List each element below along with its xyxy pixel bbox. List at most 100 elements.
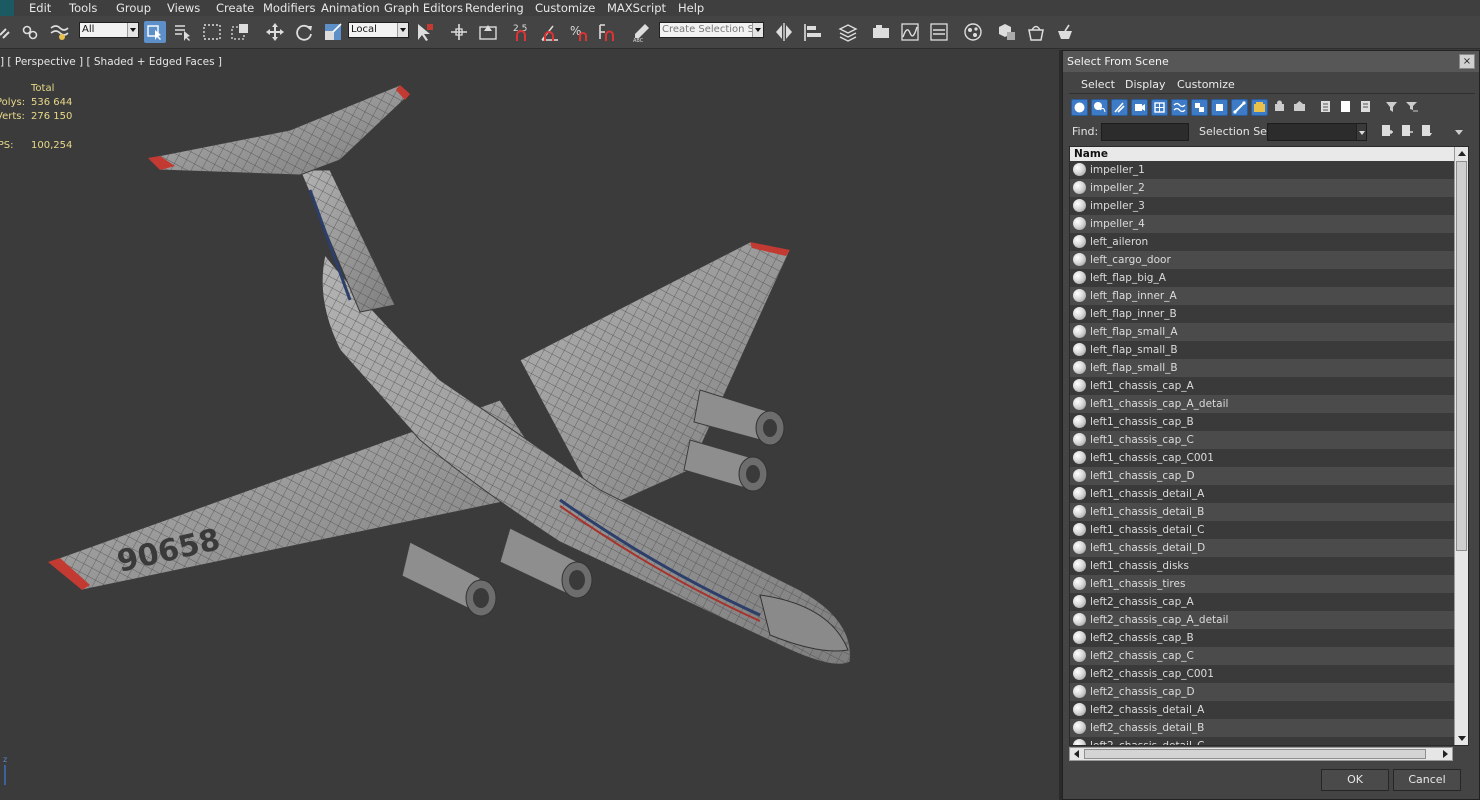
curve-editor-icon[interactable]	[899, 21, 921, 43]
menu-graph-editors[interactable]: Graph Editors	[384, 1, 463, 15]
scroll-left-icon[interactable]	[1070, 748, 1083, 760]
menu-animation[interactable]: Animation	[321, 1, 380, 15]
geometry-filter-icon[interactable]	[1071, 99, 1088, 116]
list-item[interactable]: left_flap_inner_A	[1070, 287, 1454, 305]
menu-rendering[interactable]: Rendering	[465, 1, 524, 15]
scroll-right-icon[interactable]	[1439, 748, 1452, 760]
list-item[interactable]: left_flap_small_B	[1070, 341, 1454, 359]
bind-space-warp-icon[interactable]	[48, 21, 70, 43]
render-icon[interactable]	[1054, 21, 1076, 43]
menu-create[interactable]: Create	[216, 1, 254, 15]
vertical-scrollbar[interactable]	[1454, 147, 1468, 745]
named-selection-set-dropdown[interactable]: Create Selection Se	[659, 22, 764, 38]
scene-object-list[interactable]: Name impeller_1 impeller_2 impeller_3 impel…	[1069, 146, 1469, 746]
rotate-icon[interactable]	[293, 21, 315, 43]
list-item[interactable]: left2_chassis_cap_B	[1070, 629, 1454, 647]
list-item[interactable]: left2_chassis_cap_D	[1070, 683, 1454, 701]
select-manipulate-icon[interactable]	[414, 21, 436, 43]
list-item[interactable]: left_cargo_door	[1070, 251, 1454, 269]
list-item[interactable]: left2_chassis_cap_A_detail	[1070, 611, 1454, 629]
viewport-label[interactable]: ] [ Perspective ] [ Shaded + Edged Faces…	[0, 56, 222, 68]
ok-button[interactable]: OK	[1321, 769, 1389, 791]
dialog-menu-display[interactable]: Display	[1125, 78, 1166, 91]
list-item[interactable]: left_flap_small_A	[1070, 323, 1454, 341]
space-warps-filter-icon[interactable]	[1171, 99, 1188, 116]
render-setup-icon[interactable]	[996, 21, 1018, 43]
display-none-icon[interactable]	[1337, 99, 1354, 116]
vertical-scroll-thumb[interactable]	[1456, 161, 1467, 551]
move-icon[interactable]	[264, 21, 286, 43]
hidden-filter-icon[interactable]	[1291, 99, 1308, 116]
edit-named-selection-icon[interactable]: ABC	[630, 21, 652, 43]
sort-hierarchy-icon[interactable]	[1403, 99, 1420, 116]
list-item[interactable]: left_aileron	[1070, 233, 1454, 251]
select-object-icon[interactable]	[144, 21, 166, 43]
options-chevron-down-icon[interactable]	[1455, 130, 1463, 135]
window-crossing-icon[interactable]	[229, 21, 251, 43]
add-to-selection-set-icon[interactable]	[1418, 123, 1435, 140]
cancel-button[interactable]: Cancel	[1393, 769, 1461, 791]
list-item[interactable]: left2_chassis_cap_C	[1070, 647, 1454, 665]
ribbon-icon[interactable]	[870, 21, 892, 43]
list-item[interactable]: impeller_4	[1070, 215, 1454, 233]
material-editor-icon[interactable]	[962, 21, 984, 43]
list-item[interactable]: left1_chassis_cap_C	[1070, 431, 1454, 449]
scroll-down-icon[interactable]	[1455, 732, 1468, 745]
list-item[interactable]: left2_chassis_cap_A	[1070, 593, 1454, 611]
unlink-icon[interactable]	[19, 21, 41, 43]
keyboard-shortcut-icon[interactable]	[477, 21, 499, 43]
scroll-up-icon[interactable]	[1455, 147, 1468, 160]
close-button[interactable]: ×	[1459, 54, 1475, 69]
list-item[interactable]: left1_chassis_detail_B	[1070, 503, 1454, 521]
selection-filter-dropdown[interactable]: All	[79, 22, 139, 38]
snaps-icon[interactable]: 2.5	[511, 21, 533, 43]
list-item[interactable]: left1_chassis_disks	[1070, 557, 1454, 575]
list-item[interactable]: left2_chassis_detail_C	[1070, 737, 1454, 745]
groups-filter-icon[interactable]	[1191, 99, 1208, 116]
containers-filter-icon[interactable]	[1251, 99, 1268, 116]
shapes-filter-icon[interactable]	[1091, 99, 1108, 116]
list-item[interactable]: left2_chassis_detail_B	[1070, 719, 1454, 737]
list-item[interactable]: left1_chassis_cap_B	[1070, 413, 1454, 431]
list-item[interactable]: impeller_3	[1070, 197, 1454, 215]
link-icon[interactable]	[0, 21, 18, 43]
rendered-frame-icon[interactable]	[1025, 21, 1047, 43]
menu-modifiers[interactable]: Modifiers	[263, 1, 316, 15]
list-item[interactable]: left1_chassis_cap_A	[1070, 377, 1454, 395]
menu-group[interactable]: Group	[116, 1, 151, 15]
menu-tools[interactable]: Tools	[69, 1, 97, 15]
display-invert-icon[interactable]	[1357, 99, 1374, 116]
filter-icon[interactable]	[1383, 99, 1400, 116]
pivot-icon[interactable]	[448, 21, 470, 43]
find-input[interactable]	[1101, 123, 1189, 141]
list-item[interactable]: left2_chassis_detail_A	[1070, 701, 1454, 719]
list-item[interactable]: left2_chassis_cap_C001	[1070, 665, 1454, 683]
horizontal-scroll-thumb[interactable]	[1084, 749, 1426, 759]
xrefs-filter-icon[interactable]	[1211, 99, 1228, 116]
dialog-menu-customize[interactable]: Customize	[1177, 78, 1235, 91]
create-selection-set-icon[interactable]	[1378, 123, 1395, 140]
menu-customize[interactable]: Customize	[535, 1, 595, 15]
list-item[interactable]: left_flap_inner_B	[1070, 305, 1454, 323]
select-by-name-icon[interactable]	[172, 21, 194, 43]
bones-filter-icon[interactable]	[1231, 99, 1248, 116]
cameras-filter-icon[interactable]	[1131, 99, 1148, 116]
list-item[interactable]: left1_chassis_detail_D	[1070, 539, 1454, 557]
list-item[interactable]: left1_chassis_cap_A_detail	[1070, 395, 1454, 413]
perspective-viewport[interactable]: 90658 z	[0, 50, 1060, 800]
column-header-name[interactable]: Name	[1070, 147, 1454, 161]
angle-snap-icon[interactable]	[539, 21, 561, 43]
percent-snap-icon[interactable]: %	[568, 21, 590, 43]
selection-set-dropdown[interactable]	[1267, 123, 1367, 141]
list-item[interactable]: left1_chassis_detail_C	[1070, 521, 1454, 539]
dialog-title-bar[interactable]: Select From Scene ×	[1063, 51, 1479, 72]
mirror-icon[interactable]	[773, 21, 795, 43]
lights-filter-icon[interactable]	[1111, 99, 1128, 116]
list-item[interactable]: left1_chassis_tires	[1070, 575, 1454, 593]
list-item[interactable]: left1_chassis_detail_A	[1070, 485, 1454, 503]
list-item[interactable]: left1_chassis_cap_D	[1070, 467, 1454, 485]
reference-coordinate-dropdown[interactable]: Local	[348, 22, 409, 38]
list-item[interactable]: left_flap_small_B	[1070, 359, 1454, 377]
list-item[interactable]: impeller_1	[1070, 161, 1454, 179]
menu-maxscript[interactable]: MAXScript	[607, 1, 666, 15]
